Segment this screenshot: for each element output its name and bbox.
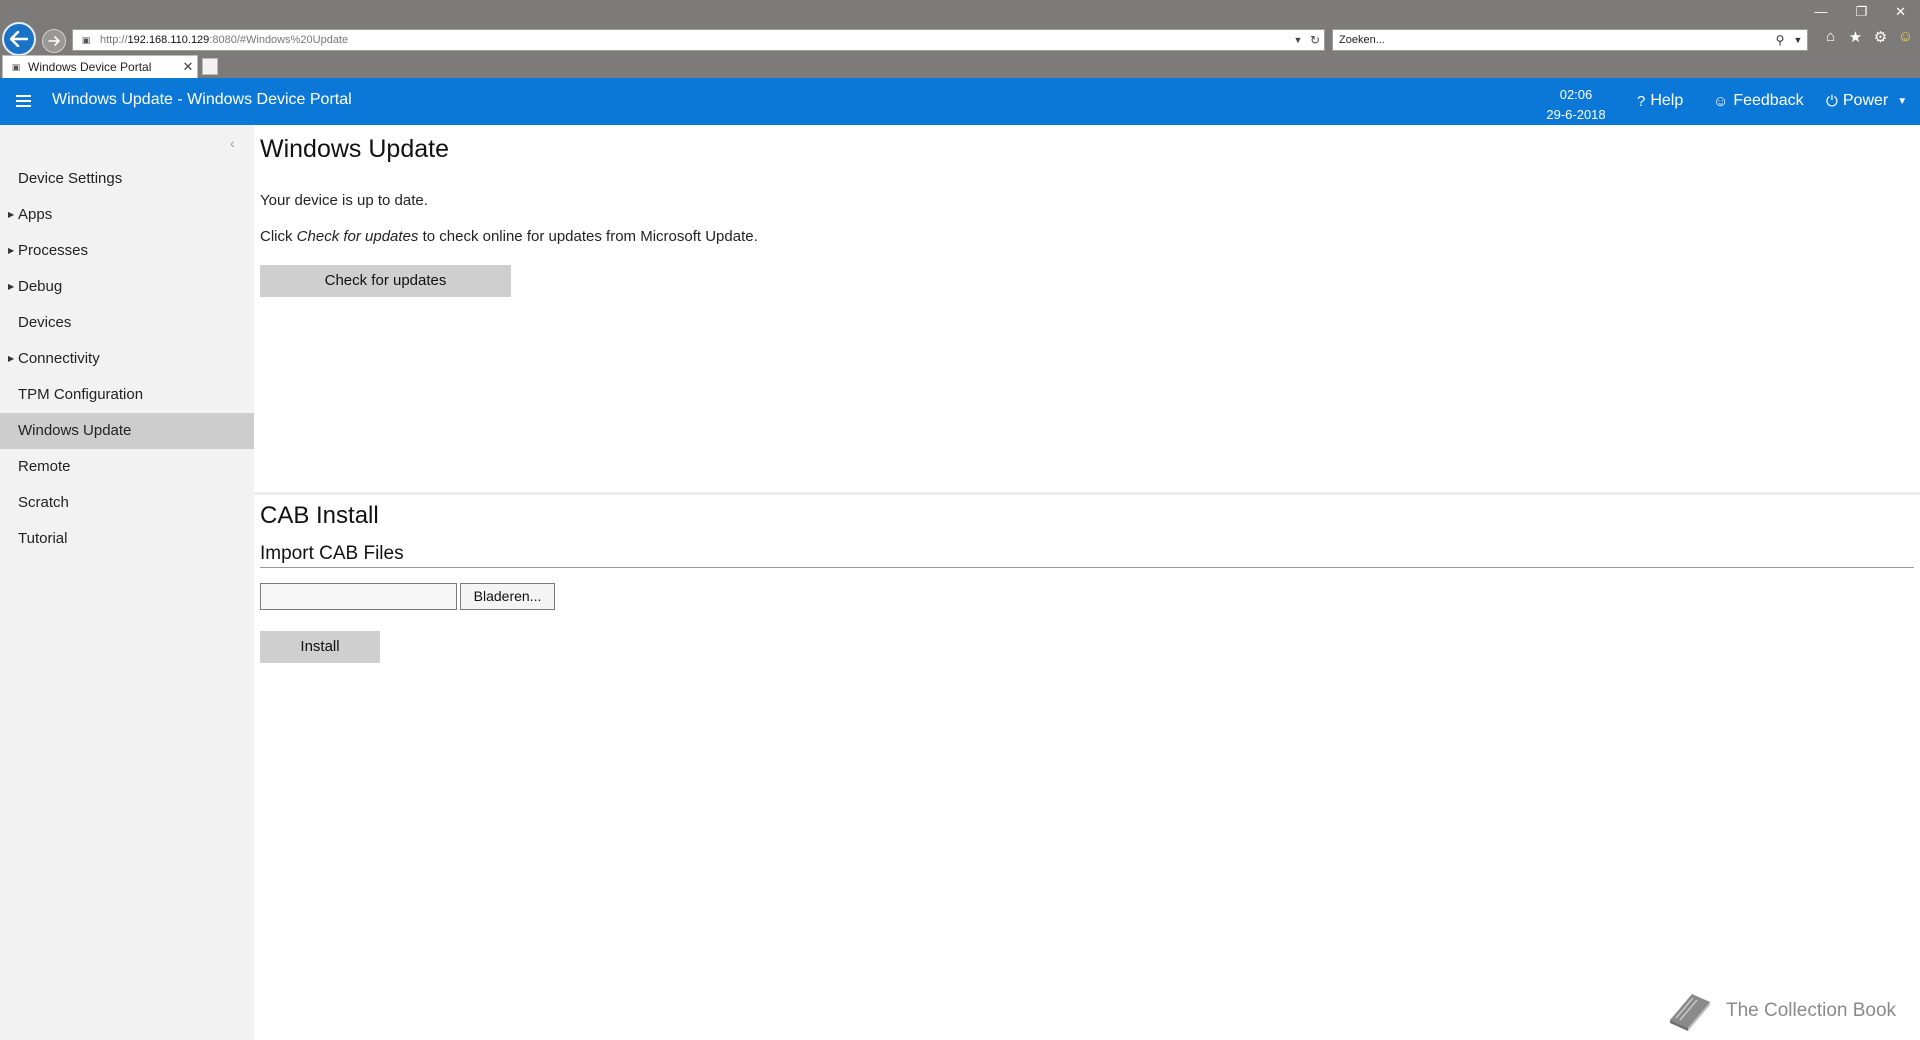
arrow-left-icon [10, 31, 28, 47]
install-button[interactable]: Install [260, 631, 380, 663]
feedback-link[interactable]: ☺ Feedback [1713, 92, 1804, 110]
hint-prefix: Click [260, 228, 297, 245]
sidebar-item-processes[interactable]: ▶ Processes [0, 233, 254, 269]
sidebar-item-label: Processes [18, 242, 89, 259]
smiley-face-icon: ☺ [1713, 92, 1729, 110]
expand-arrow-icon: ▶ [8, 246, 15, 255]
forward-button[interactable] [42, 29, 66, 53]
question-mark-icon: ? [1637, 92, 1646, 110]
tab-close-icon[interactable]: ✕ [179, 59, 197, 75]
collapse-sidebar-icon[interactable]: ‹ [230, 135, 235, 151]
update-hint-text: Click Check for updates to check online … [260, 228, 758, 245]
clock: 02:06 29-6-2018 [1538, 85, 1614, 125]
section-divider [254, 492, 1920, 495]
sidebar-item-tpm-configuration[interactable]: TPM Configuration [0, 377, 254, 413]
cab-install-title: CAB Install [260, 502, 379, 529]
clock-date: 29-6-2018 [1546, 107, 1606, 122]
sidebar-item-label: Tutorial [18, 530, 68, 547]
back-button[interactable] [2, 22, 36, 56]
app-title: Windows Update - Windows Device Portal [52, 91, 352, 108]
main-content: Windows Update Your device is up to date… [254, 125, 1920, 1040]
hint-suffix: to check online for updates from Microso… [418, 228, 758, 245]
address-url[interactable]: http://192.168.110.129:8080/#Windows%20U… [100, 34, 1290, 46]
close-window-icon[interactable]: ✕ [1895, 4, 1906, 20]
sidebar-item-label: Windows Update [18, 422, 132, 439]
settings-gear-icon[interactable]: ⚙ [1872, 28, 1889, 46]
tab-strip: ▣ Windows Device Portal ✕ [0, 55, 1920, 78]
expand-arrow-icon: ▶ [8, 210, 15, 219]
sidebar-item-label: Apps [18, 206, 53, 223]
sidebar-item-apps[interactable]: ▶ Apps [0, 197, 254, 233]
smiley-icon[interactable]: ☺ [1897, 28, 1914, 46]
sidebar-item-device-settings[interactable]: Device Settings [0, 161, 254, 197]
browser-toolbar: ⌂ ★ ⚙ ☺ [1822, 28, 1914, 46]
address-scheme: http:// [100, 34, 128, 46]
refresh-icon[interactable]: ↻ [1306, 33, 1324, 47]
favorites-star-icon[interactable]: ★ [1847, 28, 1864, 46]
expand-arrow-icon: ▶ [8, 282, 15, 291]
minimize-icon[interactable]: — [1814, 4, 1827, 20]
feedback-label: Feedback [1733, 92, 1804, 109]
sidebar-item-scratch[interactable]: Scratch [0, 485, 254, 521]
browser-search-box[interactable]: Zoeken... ⚲ ▼ [1332, 29, 1808, 51]
new-tab-button[interactable] [202, 58, 218, 75]
address-dropdown-icon[interactable]: ▼ [1290, 35, 1306, 45]
sidebar-item-label: TPM Configuration [18, 386, 144, 403]
power-icon: ⏻ [1826, 92, 1838, 110]
expand-arrow-icon: ▶ [8, 354, 15, 363]
search-dropdown-icon[interactable]: ▼ [1789, 35, 1807, 45]
address-path: :8080/#Windows%20Update [209, 34, 349, 46]
sidebar-item-label: Scratch [18, 494, 69, 511]
windows-update-title: Windows Update [260, 135, 449, 163]
cab-file-path-field[interactable] [260, 583, 457, 610]
watermark-text: The Collection Book [1726, 1000, 1897, 1021]
restore-icon[interactable]: ❐ [1855, 4, 1867, 20]
sidebar-item-remote[interactable]: Remote [0, 449, 254, 485]
browser-chrome: ▣ http://192.168.110.129:8080/#Windows%2… [0, 0, 1920, 78]
page-favicon-icon: ▣ [81, 34, 91, 45]
browser-tab[interactable]: ▣ Windows Device Portal ✕ [2, 55, 198, 78]
power-label: Power [1842, 92, 1889, 109]
chevron-down-icon: ▼ [1897, 95, 1908, 107]
app-header: Windows Update - Windows Device Portal 0… [0, 78, 1920, 125]
tab-favicon-icon: ▣ [11, 61, 21, 72]
sidebar-item-label: Device Settings [18, 170, 123, 187]
address-host: 192.168.110.129 [127, 34, 210, 46]
address-bar[interactable]: ▣ http://192.168.110.129:8080/#Windows%2… [72, 29, 1325, 51]
check-for-updates-button[interactable]: Check for updates [260, 265, 511, 297]
sidebar-item-windows-update[interactable]: Windows Update [0, 413, 254, 449]
tab-title: Windows Device Portal [28, 60, 152, 74]
book-icon [1670, 994, 1710, 1031]
window-controls: — ❐ ✕ [1814, 4, 1906, 20]
heading-rule [260, 567, 1914, 568]
sidebar-item-tutorial[interactable]: Tutorial [0, 521, 254, 557]
watermark: The Collection Book [1666, 990, 1896, 1032]
hint-emphasis: Check for updates [296, 228, 419, 245]
home-icon[interactable]: ⌂ [1822, 28, 1839, 46]
search-icon[interactable]: ⚲ [1771, 33, 1789, 47]
sidebar-item-label: Remote [18, 458, 71, 475]
help-link[interactable]: ? Help [1637, 92, 1683, 110]
sidebar-nav: Device Settings ▶ Apps ▶ Processes ▶ Debug … [0, 161, 254, 557]
sidebar-item-connectivity[interactable]: ▶ Connectivity [0, 341, 254, 377]
arrow-right-icon [48, 36, 60, 46]
power-menu[interactable]: ⏻ Power ▼ [1826, 92, 1907, 110]
update-status-text: Your device is up to date. [260, 192, 428, 209]
sidebar-item-label: Devices [18, 314, 72, 331]
help-label: Help [1650, 92, 1684, 109]
browse-button[interactable]: Bladeren... [460, 583, 555, 610]
import-cab-files-heading: Import CAB Files [260, 543, 404, 564]
hamburger-menu-icon[interactable] [16, 95, 31, 107]
sidebar-item-label: Connectivity [18, 350, 100, 367]
sidebar-item-debug[interactable]: ▶ Debug [0, 269, 254, 305]
clock-time: 02:06 [1559, 87, 1593, 102]
search-placeholder[interactable]: Zoeken... [1333, 34, 1771, 46]
sidebar-item-label: Debug [18, 278, 63, 295]
sidebar-item-devices[interactable]: Devices [0, 305, 254, 341]
sidebar: ‹ Device Settings ▶ Apps ▶ Processes ▶ Debu… [0, 125, 254, 1040]
